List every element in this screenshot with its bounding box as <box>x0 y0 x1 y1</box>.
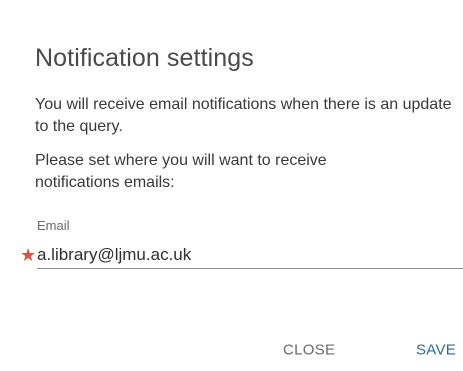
required-star-icon: ★ <box>20 245 37 265</box>
save-button[interactable]: SAVE <box>416 342 456 359</box>
dialog-instruction: Please set where you will want to receiv… <box>35 152 327 191</box>
email-field-label: Email <box>37 218 70 233</box>
dialog-title: Notification settings <box>35 44 254 72</box>
dialog-description: You will receive email notifications whe… <box>35 96 452 135</box>
notification-settings-dialog: Notification settings You will receive e… <box>0 0 463 371</box>
email-input[interactable] <box>37 242 463 269</box>
close-button[interactable]: CLOSE <box>283 342 335 359</box>
